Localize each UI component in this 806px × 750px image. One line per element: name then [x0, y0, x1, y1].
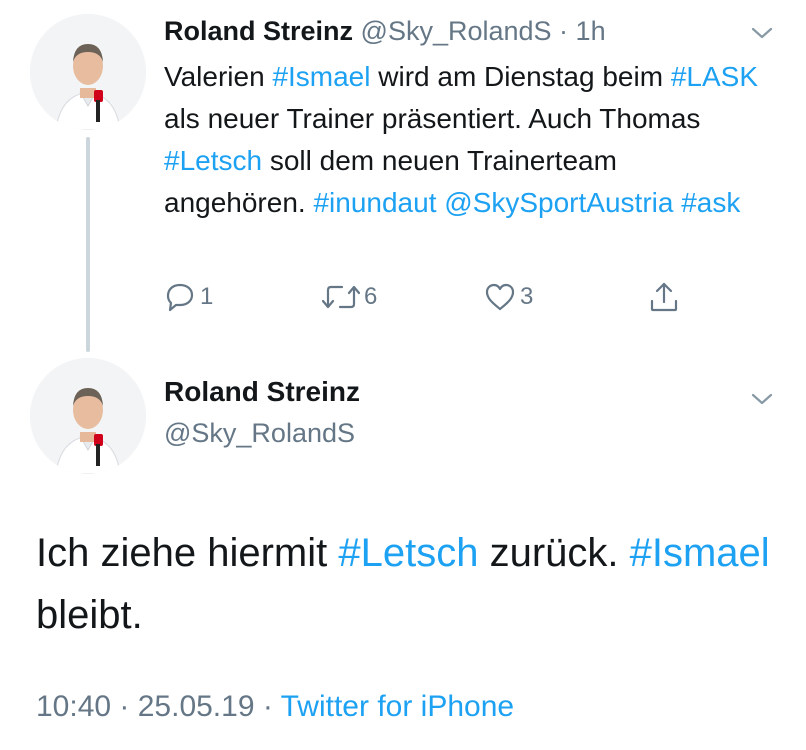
share-action[interactable]	[648, 280, 680, 314]
tweet2-text: Ich ziehe hiermit #Letsch zurück. #Ismae…	[36, 522, 776, 646]
meta-separator: ·	[551, 16, 576, 46]
tweet1-header: Roland Streinz @Sky_RolandS · 1h	[164, 16, 606, 47]
retweet-icon	[322, 285, 360, 309]
mention-link[interactable]: @SkySportAustria	[444, 187, 673, 218]
chevron-down-icon[interactable]	[751, 392, 773, 406]
author-name[interactable]: Roland Streinz	[164, 16, 353, 46]
chevron-down-icon[interactable]	[751, 26, 773, 40]
tweet-text-segment: als neuer Trainer präsentiert. Auch Thom…	[164, 103, 701, 134]
hashtag-link[interactable]: #Ismael	[272, 61, 370, 92]
like-icon	[485, 283, 515, 311]
author-handle[interactable]: @Sky_RolandS	[164, 418, 355, 449]
share-icon	[650, 282, 678, 312]
retweet-count: 6	[364, 283, 378, 310]
tweet-text-segment: Ich ziehe hiermit	[36, 531, 339, 575]
tweet1-text: Valerien #Ismael wird am Dienstag beim #…	[164, 56, 764, 224]
like-count: 3	[520, 283, 534, 310]
tweet-footer: 10:40 · 25.05.19 · Twitter for iPhone	[36, 690, 514, 724]
avatar[interactable]	[30, 358, 146, 474]
hashtag-link[interactable]: #inundaut	[313, 187, 436, 218]
avatar-photo	[30, 358, 146, 474]
author-name[interactable]: Roland Streinz	[164, 376, 360, 408]
reply-icon	[166, 283, 194, 312]
retweet-action[interactable]: 6	[322, 280, 377, 314]
hashtag-link[interactable]: #Ismael	[630, 531, 770, 575]
author-handle[interactable]: @Sky_RolandS	[361, 16, 552, 46]
hashtag-link[interactable]: #Letsch	[338, 531, 478, 575]
reply-action[interactable]: 1	[164, 280, 213, 314]
tweet-text-segment: Valerien	[164, 61, 273, 92]
tweet-text-segment: wird am Dienstag beim	[370, 61, 671, 92]
avatar-photo	[30, 14, 146, 130]
tweet-text-segment: bleibt.	[36, 593, 143, 637]
tweet-timestamp: 10:40 · 25.05.19 ·	[36, 690, 281, 723]
tweet-source-link[interactable]: Twitter for iPhone	[281, 690, 514, 723]
like-action[interactable]: 3	[484, 280, 533, 314]
hashtag-link[interactable]: #LASK	[671, 61, 758, 92]
reply-count: 1	[200, 283, 214, 310]
tweet-time[interactable]: 1h	[576, 16, 606, 46]
avatar[interactable]	[30, 14, 146, 130]
thread-line	[86, 137, 90, 352]
hashtag-link[interactable]: #ask	[681, 187, 740, 218]
hashtag-link[interactable]: #Letsch	[164, 145, 262, 176]
tweet-text-segment: zurück.	[478, 531, 630, 575]
